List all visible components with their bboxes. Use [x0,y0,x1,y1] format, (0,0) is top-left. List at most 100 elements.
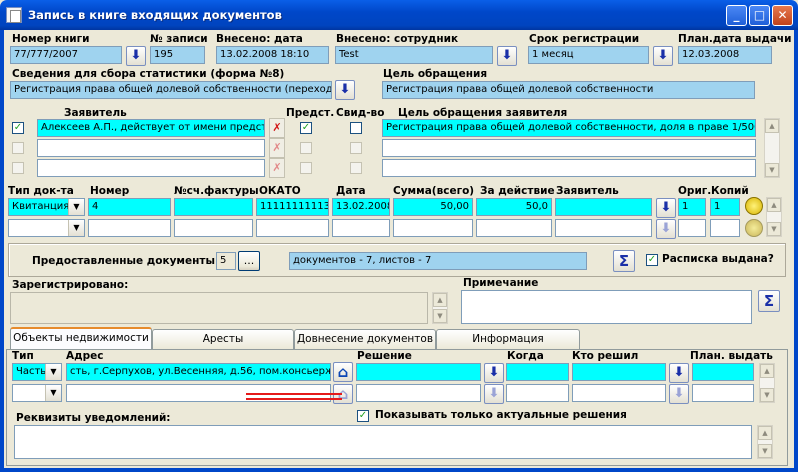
invoice-field[interactable] [174,219,253,237]
object-address-field[interactable]: сть, г.Серпухов, ул.Весенняя, д.56, пом.… [66,363,331,381]
invoice-field[interactable] [174,198,253,216]
applicant-name-field[interactable] [37,159,265,177]
rep-checkbox[interactable] [300,162,312,174]
applicant-purpose-field[interactable]: Регистрация права общей долевой собствен… [382,119,756,137]
scroll-down-icon[interactable]: ▼ [758,444,772,458]
tab-additional-docs[interactable]: Довнесение документов [294,329,436,349]
scroll-down-icon[interactable]: ▼ [760,388,774,402]
registered-scrollbar[interactable]: ▲ ▼ [432,292,448,324]
provided-docs-button[interactable]: ... [238,251,260,271]
applicant-name-field[interactable] [37,139,265,157]
who-field[interactable] [572,384,666,402]
remove-applicant-icon[interactable]: ✗ [269,158,285,178]
decision-select-icon[interactable]: ⬇ [484,384,504,404]
doc-number-field[interactable] [88,219,171,237]
scroll-down-icon[interactable]: ▼ [765,163,779,177]
scroll-up-icon[interactable]: ▲ [758,426,772,440]
cert-checkbox[interactable] [350,162,362,174]
scroll-up-icon[interactable]: ▲ [760,364,774,378]
applicant-row-checkbox[interactable] [12,162,24,174]
okato-field[interactable]: 11111111113 [256,198,329,216]
scroll-down-icon[interactable]: ▼ [433,309,447,323]
for-action-field[interactable] [476,219,552,237]
stats-select-icon[interactable]: ⬇ [335,80,355,100]
applicant-row-checkbox[interactable]: ✓ [12,122,24,134]
scroll-up-icon[interactable]: ▲ [433,293,447,307]
scroll-up-icon[interactable]: ▲ [765,119,779,133]
objects-scrollbar[interactable]: ▲ ▼ [759,363,775,403]
maximize-button[interactable]: □ [749,5,770,26]
planned-date-field[interactable]: 12.03.2008 [678,46,772,64]
decision-select-icon[interactable]: ⬇ [484,363,504,383]
minimize-button[interactable]: _ [726,5,747,26]
reg-period-select-icon[interactable]: ⬇ [653,46,673,66]
rep-checkbox[interactable]: ✓ [300,122,312,134]
chevron-down-icon[interactable]: ▼ [45,385,61,401]
applicants-scrollbar[interactable]: ▲ ▼ [764,118,780,178]
purpose-field[interactable]: Регистрация права общей долевой собствен… [382,81,755,99]
doc-applicant-select-icon[interactable]: ⬇ [656,219,676,239]
chevron-down-icon[interactable]: ▼ [45,364,61,380]
documents-scrollbar[interactable]: ▲ ▼ [766,197,782,237]
applicant-purpose-field[interactable] [382,139,756,157]
note-field[interactable] [461,290,752,324]
doc-applicant-select-icon[interactable]: ⬇ [656,198,676,218]
who-field[interactable] [572,363,666,381]
book-number-field[interactable]: 77/777/2007 [10,46,122,64]
remove-applicant-icon[interactable]: ✗ [269,118,285,138]
doc-date-field[interactable]: 13.02.2008 [332,198,390,216]
notifications-field[interactable] [14,425,752,459]
cert-checkbox[interactable] [350,142,362,154]
doc-type-select[interactable]: Квитанция ▼ [8,198,85,216]
doc-date-field[interactable] [332,219,390,237]
tab-arrests[interactable]: Аресты [152,329,294,349]
reg-period-field[interactable]: 1 месяц [528,46,649,64]
copies-field[interactable] [710,219,740,237]
object-type-select[interactable]: ▼ [12,384,62,402]
record-number-field[interactable]: 195 [150,46,205,64]
house-icon[interactable]: ⌂ [333,362,353,382]
doc-number-field[interactable]: 4 [88,198,171,216]
applicant-row-checkbox[interactable] [12,142,24,154]
entered-date-field[interactable]: 13.02.2008 18:10 [216,46,329,64]
entered-by-field[interactable]: Test [335,46,493,64]
scan-icon[interactable] [745,197,763,215]
who-select-icon[interactable]: ⬇ [669,363,689,383]
cert-checkbox[interactable] [350,122,362,134]
scroll-up-icon[interactable]: ▲ [767,198,781,212]
tab-information[interactable]: Информация [436,329,580,349]
okato-field[interactable] [256,219,329,237]
book-number-select-icon[interactable]: ⬇ [126,46,146,66]
note-sigma-icon[interactable]: Σ [758,290,780,312]
applicant-purpose-field[interactable] [382,159,756,177]
plan-field[interactable] [692,384,754,402]
who-select-icon[interactable]: ⬇ [669,384,689,404]
tab-objects[interactable]: Объекты недвижимости [10,327,152,349]
scan-icon[interactable] [745,219,763,237]
chevron-down-icon[interactable]: ▼ [68,220,84,236]
entered-by-select-icon[interactable]: ⬇ [497,46,517,66]
doc-type-select[interactable]: ▼ [8,219,85,237]
orig-field[interactable]: 1 [678,198,706,216]
decision-field[interactable] [356,384,481,402]
doc-applicant-field[interactable] [555,219,652,237]
notifications-scrollbar[interactable]: ▲ ▼ [757,425,773,459]
for-action-field[interactable]: 50,0 [476,198,552,216]
close-button[interactable]: ✕ [772,5,793,26]
scroll-down-icon[interactable]: ▼ [767,222,781,236]
rep-checkbox[interactable] [300,142,312,154]
applicant-name-field[interactable]: Алексеев А.П., действует от имени предст… [37,119,265,137]
when-field[interactable] [506,363,569,381]
doc-applicant-field[interactable] [555,198,652,216]
plan-field[interactable] [692,363,754,381]
sum-field[interactable] [393,219,473,237]
receipt-checkbox[interactable]: ✓ [646,254,658,266]
sum-field[interactable]: 50,00 [393,198,473,216]
copies-field[interactable]: 1 [710,198,740,216]
when-field[interactable] [506,384,569,402]
object-type-select[interactable]: Часть ▼ [12,363,62,381]
orig-field[interactable] [678,219,706,237]
sigma-icon[interactable]: Σ [613,250,635,272]
decision-field[interactable] [356,363,481,381]
stats-field[interactable]: Регистрация права общей долевой собствен… [10,81,332,99]
